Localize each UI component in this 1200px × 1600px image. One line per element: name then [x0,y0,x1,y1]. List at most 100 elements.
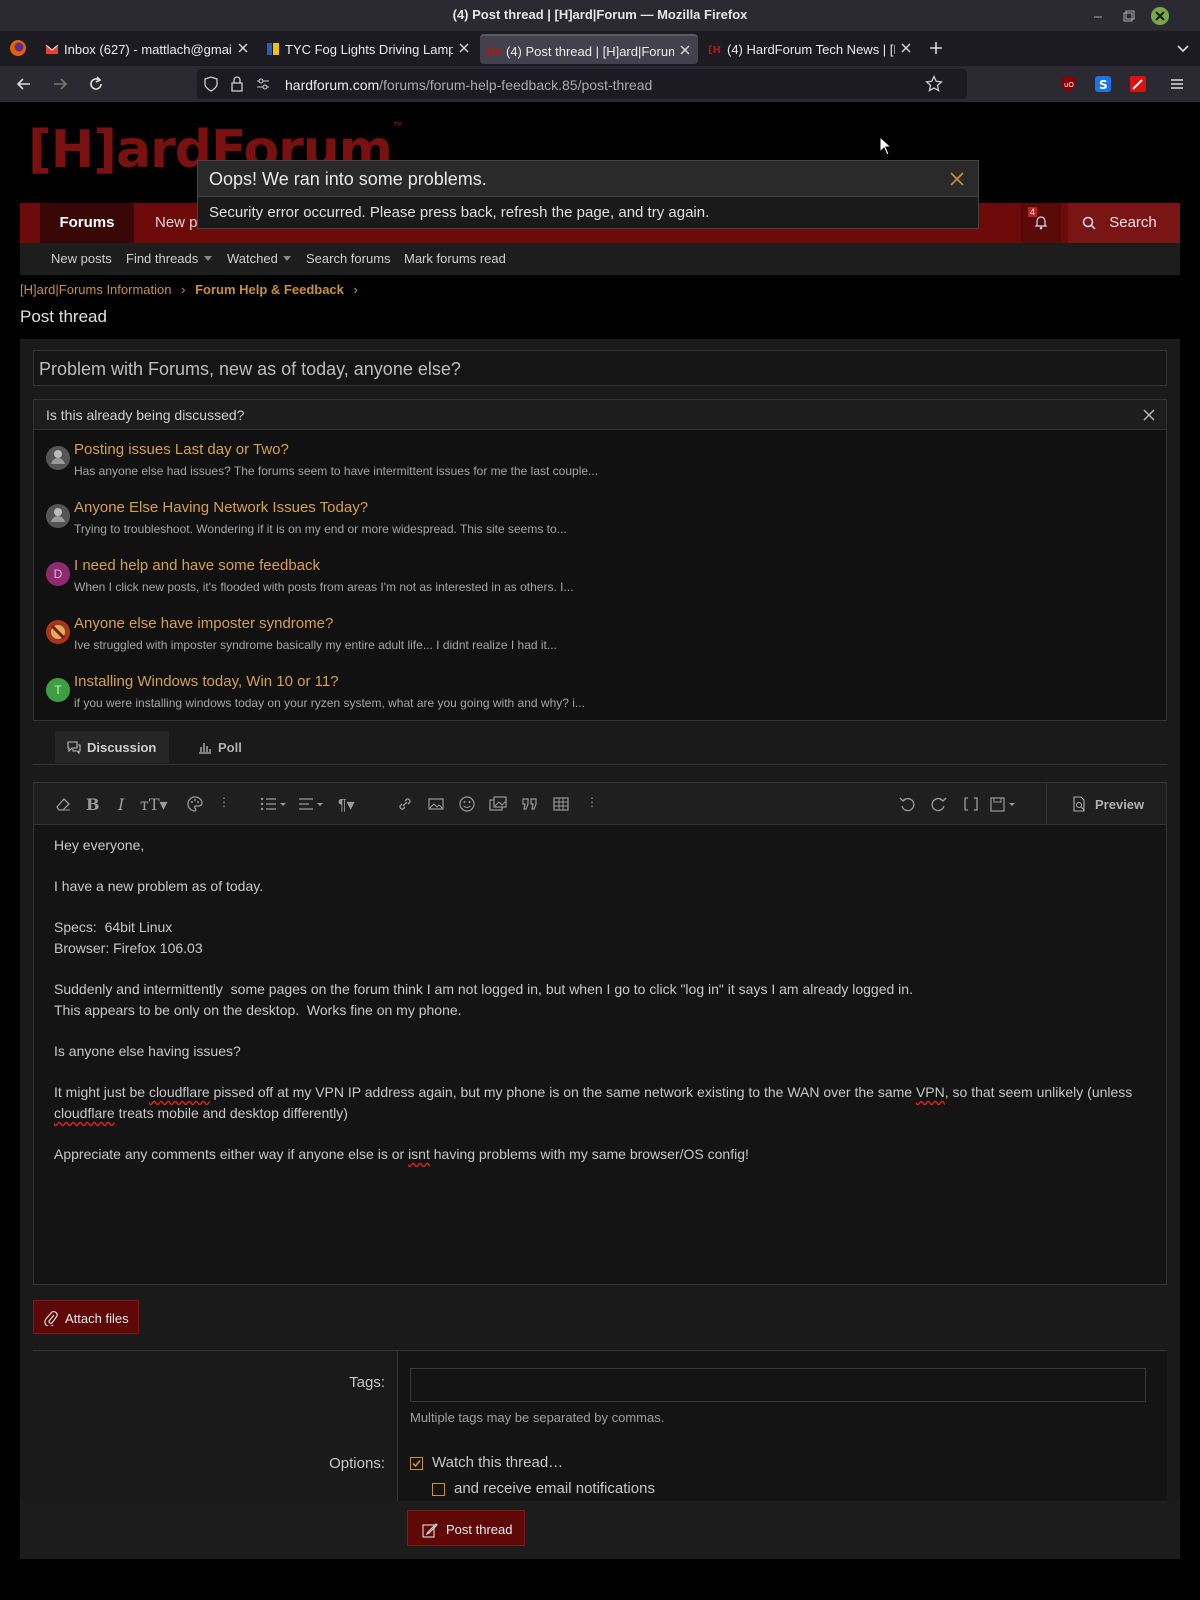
list-tabs-icon[interactable] [1174,39,1192,57]
breadcrumb-root[interactable]: [H]ard|Forums Information [20,282,171,297]
misspelled-word[interactable]: isnt [408,1146,430,1162]
lock-icon[interactable] [229,76,245,92]
list-item[interactable]: Anyone else have imposter syndrome? Ive … [34,608,1166,666]
misspelled-word[interactable]: VPN [916,1084,945,1100]
chevron-down-icon[interactable] [204,256,212,261]
extension-icon[interactable] [1128,74,1148,94]
similar-thread-title[interactable]: I need help and have some feedback [74,557,320,574]
form-fields: Multiple tags may be separated by commas… [397,1351,1167,1501]
avatar[interactable] [46,504,70,528]
more-vertical-icon[interactable]: ⋮ [586,795,604,813]
back-icon[interactable] [14,74,34,94]
subnav-watched[interactable]: Watched [227,251,278,266]
avatar[interactable]: T [46,678,70,702]
drafts-icon[interactable] [989,795,1019,813]
bold-icon[interactable]: B [86,795,104,814]
tab-discussion[interactable]: Discussion [55,731,169,763]
skype-extension-icon[interactable]: S [1093,74,1113,94]
subnav-find-threads[interactable]: Find threads [126,251,198,266]
close-tab-icon[interactable] [899,41,913,55]
alerts-button[interactable]: 4 [1021,203,1061,243]
font-size-icon[interactable]: тT▾ [140,795,170,814]
similar-thread-title[interactable]: Posting issues Last day or Two? [74,441,289,458]
message-editor[interactable]: B I тT▾ ⋮ ¶▾ ⋮ Preview Hey everyone, I h… [33,782,1167,1285]
attach-files-button[interactable]: Attach files [33,1300,139,1334]
table-icon[interactable] [552,795,570,813]
search-button[interactable]: Search [1068,203,1180,243]
close-window-icon[interactable] [1150,6,1170,26]
email-notifications-checkbox[interactable] [432,1483,445,1496]
thread-title-input[interactable]: Problem with Forums, new as of today, an… [33,350,1167,386]
tab-post-thread[interactable]: [H] (4) Post thread | [H]ard|Forum [480,34,698,64]
avatar[interactable]: D [46,562,70,586]
subnav-search-forums[interactable]: Search forums [306,251,391,266]
close-tab-icon[interactable] [678,43,692,57]
list-item[interactable]: Posting issues Last day or Two? Has anyo… [34,434,1166,492]
avatar[interactable] [46,446,70,470]
italic-icon[interactable]: I [118,795,136,814]
close-icon[interactable] [949,171,965,187]
preview-icon [1071,796,1087,812]
shield-icon[interactable] [203,76,219,92]
list-icon[interactable] [260,795,288,813]
preview-label: Preview [1095,797,1145,812]
body-text: , so that seem unlikely (unless [944,1084,1137,1100]
misspelled-word[interactable]: cloudflare [149,1084,210,1100]
menu-icon[interactable] [1167,74,1187,94]
message-body[interactable]: Hey everyone, I have a new problem as of… [54,835,1144,1185]
preview-button[interactable]: Preview [1046,783,1166,825]
new-tab-icon[interactable] [927,39,945,57]
watch-thread-label[interactable]: Watch this thread… [432,1454,563,1471]
more-vertical-icon[interactable]: ⋮ [218,795,236,813]
email-notifications-label[interactable]: and receive email notifications [454,1480,655,1497]
avatar[interactable] [46,620,70,644]
tab-tech-news[interactable]: [H] (4) HardForum Tech News | [H [701,34,919,64]
restore-icon[interactable] [1118,6,1138,26]
close-tab-icon[interactable] [236,41,250,55]
link-icon[interactable] [396,795,414,813]
tab-tyc[interactable]: TYC Fog Lights Driving Lamp [259,34,477,64]
undo-icon[interactable] [898,795,916,813]
close-icon[interactable] [1142,408,1156,422]
list-item[interactable]: Anyone Else Having Network Issues Today?… [34,492,1166,550]
similar-thread-title[interactable]: Anyone Else Having Network Issues Today? [74,499,368,516]
post-thread-button[interactable]: Post thread [407,1510,525,1546]
paragraph-icon[interactable]: ¶▾ [338,795,366,814]
tab-gmail[interactable]: Inbox (627) - mattlach@gmai [38,34,256,64]
image-icon[interactable] [427,795,445,813]
smiley-icon[interactable] [458,795,476,813]
body-paragraph: Specs: 64bit Linux Browser: Firefox 106.0… [54,917,1144,959]
url-bar[interactable]: hardforum.com/forums/forum-help-feedback… [197,69,967,99]
permissions-icon[interactable] [255,76,271,92]
subnav-mark-read[interactable]: Mark forums read [404,251,506,266]
reload-icon[interactable] [86,74,106,94]
firefox-icon[interactable] [9,39,27,57]
subnav-new-posts[interactable]: New posts [51,251,112,266]
list-item[interactable]: D I need help and have some feedback Whe… [34,550,1166,608]
similar-thread-title[interactable]: Installing Windows today, Win 10 or 11? [74,673,339,690]
quote-icon[interactable] [521,795,539,813]
post-thread-form: Problem with Forums, new as of today, an… [20,339,1180,1501]
redo-icon[interactable] [930,795,948,813]
palette-icon[interactable] [186,795,204,813]
close-tab-icon[interactable] [457,41,471,55]
media-icon[interactable] [489,795,507,813]
eraser-icon[interactable] [54,795,72,813]
tab-label: TYC Fog Lights Driving Lamp [285,42,453,57]
chevron-down-icon[interactable] [283,256,291,261]
bookmark-star-icon[interactable] [925,75,943,93]
tags-input[interactable] [410,1368,1146,1402]
shop-icon [266,42,280,56]
ublock-icon[interactable]: uO [1058,74,1078,94]
watch-thread-checkbox[interactable] [410,1457,423,1470]
breadcrumb-current[interactable]: Forum Help & Feedback [195,282,344,297]
bbcode-toggle-icon[interactable] [962,795,980,813]
list-item[interactable]: T Installing Windows today, Win 10 or 11… [34,666,1166,724]
forward-icon[interactable] [50,74,70,94]
nav-forums[interactable]: Forums [40,203,134,243]
minimize-icon[interactable] [1088,6,1108,26]
similar-thread-title[interactable]: Anyone else have imposter syndrome? [74,615,333,632]
align-icon[interactable] [298,795,326,813]
misspelled-word[interactable]: cloudflare [54,1105,115,1121]
similar-thread-snippet: Trying to troubleshoot. Wondering if it … [74,522,567,536]
